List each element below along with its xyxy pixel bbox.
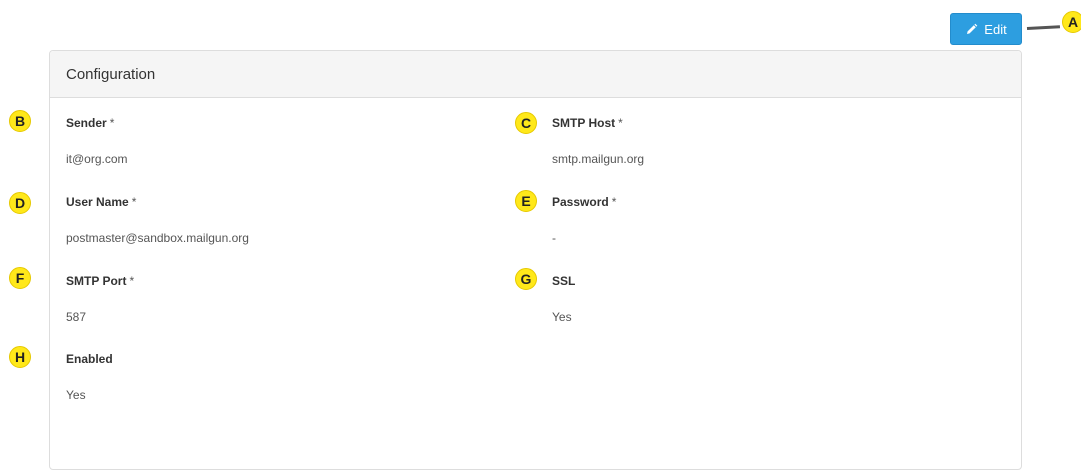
callout-marker-f: F [9, 267, 31, 289]
panel-title: Configuration [66, 65, 156, 83]
callout-marker-b: B [9, 110, 31, 132]
callout-marker-c: C [515, 112, 537, 134]
edit-button[interactable]: Edit [950, 13, 1022, 45]
panel-heading: Configuration [50, 51, 1021, 98]
password-value: - [552, 231, 556, 245]
configuration-panel: Configuration [49, 50, 1022, 470]
smtp-host-value: smtp.mailgun.org [552, 152, 645, 166]
edit-button-label: Edit [984, 21, 1007, 37]
callout-marker-a: A [1062, 11, 1081, 33]
smtp-port-value: 587 [66, 310, 87, 324]
user-name-value: postmaster@sandbox.mailgun.org [66, 231, 249, 245]
ssl-label: SSL [552, 274, 576, 288]
enabled-label: Enabled [66, 352, 113, 366]
ssl-value: Yes [552, 310, 572, 324]
enabled-value: Yes [66, 388, 86, 402]
smtp-port-label: SMTP Port * [66, 274, 135, 288]
user-name-label: User Name * [66, 195, 137, 209]
callout-leader-line [1026, 25, 1061, 30]
smtp-host-label: SMTP Host * [552, 116, 623, 130]
password-label: Password * [552, 195, 617, 209]
callout-marker-h: H [9, 346, 31, 368]
pencil-icon [965, 23, 978, 36]
callout-marker-d: D [9, 192, 31, 214]
sender-value: it@org.com [66, 152, 128, 166]
callout-marker-e: E [515, 190, 537, 212]
callout-marker-g: G [515, 268, 537, 290]
sender-label: Sender * [66, 116, 115, 130]
